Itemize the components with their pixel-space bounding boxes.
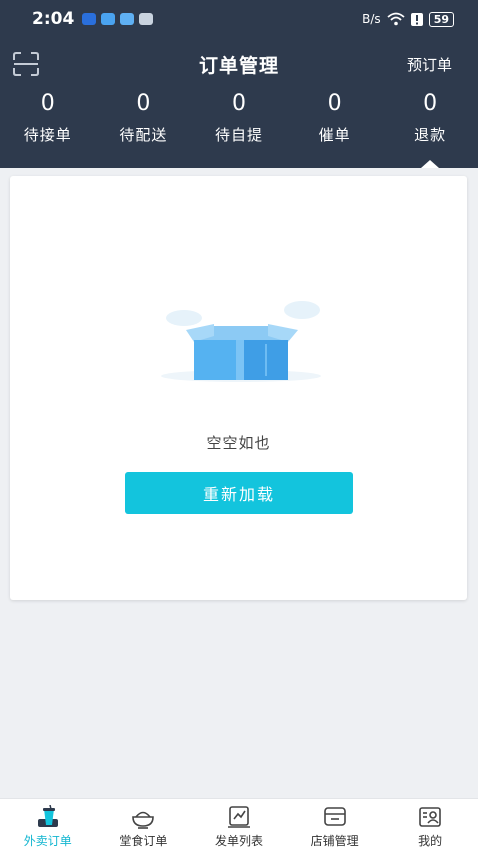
nav-dispatch-list[interactable]: 发单列表 xyxy=(191,799,287,850)
order-status-tabs: 0 待接单 0 待配送 0 待自提 0 催单 0 退款 xyxy=(0,90,478,156)
title-row: 订单管理 预订单 xyxy=(0,44,478,84)
alert-icon xyxy=(410,12,423,26)
app-notification-icon xyxy=(101,13,116,25)
app-notification-icon xyxy=(139,13,154,25)
reload-button[interactable]: 重新加载 xyxy=(125,472,353,514)
battery-indicator: 59 xyxy=(428,11,454,27)
stat-count: 0 xyxy=(423,91,438,116)
page-title: 订单管理 xyxy=(198,54,279,77)
nav-dine-in-orders[interactable]: 堂食订单 xyxy=(96,799,192,850)
app-notification-icon xyxy=(82,13,97,25)
empty-state-text: 空空如也 xyxy=(206,434,271,452)
nav-store-management[interactable]: 店铺管理 xyxy=(287,799,383,850)
nav-label: 我的 xyxy=(418,834,443,848)
store-icon xyxy=(323,807,346,826)
stat-count: 0 xyxy=(40,91,55,116)
dispatch-list-icon xyxy=(227,806,250,828)
status-right: B/s 59 xyxy=(362,11,454,27)
tab-reminders[interactable]: 0 催单 xyxy=(287,90,383,156)
nav-label: 发单列表 xyxy=(214,834,263,848)
stat-count: 0 xyxy=(136,91,151,116)
stat-label: 催单 xyxy=(318,126,351,144)
nav-label: 店铺管理 xyxy=(310,834,359,848)
tab-pending-pickup[interactable]: 0 待自提 xyxy=(191,90,287,156)
nav-profile[interactable]: 我的 xyxy=(382,799,478,850)
stat-label: 待接单 xyxy=(23,126,72,144)
wifi-icon xyxy=(387,12,405,26)
stat-label: 退款 xyxy=(414,126,447,144)
notification-icons xyxy=(82,13,154,25)
scan-icon[interactable] xyxy=(12,52,40,76)
bottom-nav: 外卖订单 堂食订单 发单列表 店铺管理 我的 xyxy=(0,798,478,850)
order-list-panel: 空空如也 重新加载 xyxy=(10,176,467,600)
tab-pending-delivery[interactable]: 0 待配送 xyxy=(96,90,192,156)
tab-refunds[interactable]: 0 退款 xyxy=(382,90,478,156)
stat-count: 0 xyxy=(327,91,342,116)
header: 2:04 B/s 59 订单管理 预订单 0 待接单 0 待配送 0 待自提 0… xyxy=(0,0,478,168)
profile-card-icon xyxy=(419,807,441,827)
stat-label: 待自提 xyxy=(214,126,263,144)
stat-label: 待配送 xyxy=(119,126,168,144)
status-time: 2:04 xyxy=(32,9,75,29)
nav-label: 堂食订单 xyxy=(119,834,168,848)
nav-label: 外卖订单 xyxy=(23,834,72,848)
app-notification-icon xyxy=(120,13,135,25)
status-bar: 2:04 B/s 59 xyxy=(0,0,478,38)
network-speed: B/s xyxy=(362,12,381,26)
dine-in-bowl-icon xyxy=(132,811,155,829)
empty-box-icon xyxy=(161,301,321,382)
tab-pending-accept[interactable]: 0 待接单 xyxy=(0,90,96,156)
stat-count: 0 xyxy=(231,91,246,116)
preorder-button[interactable]: 预订单 xyxy=(407,54,452,75)
active-tab-indicator xyxy=(421,160,439,168)
takeout-cup-icon xyxy=(37,805,58,827)
nav-takeout-orders[interactable]: 外卖订单 xyxy=(0,799,96,850)
